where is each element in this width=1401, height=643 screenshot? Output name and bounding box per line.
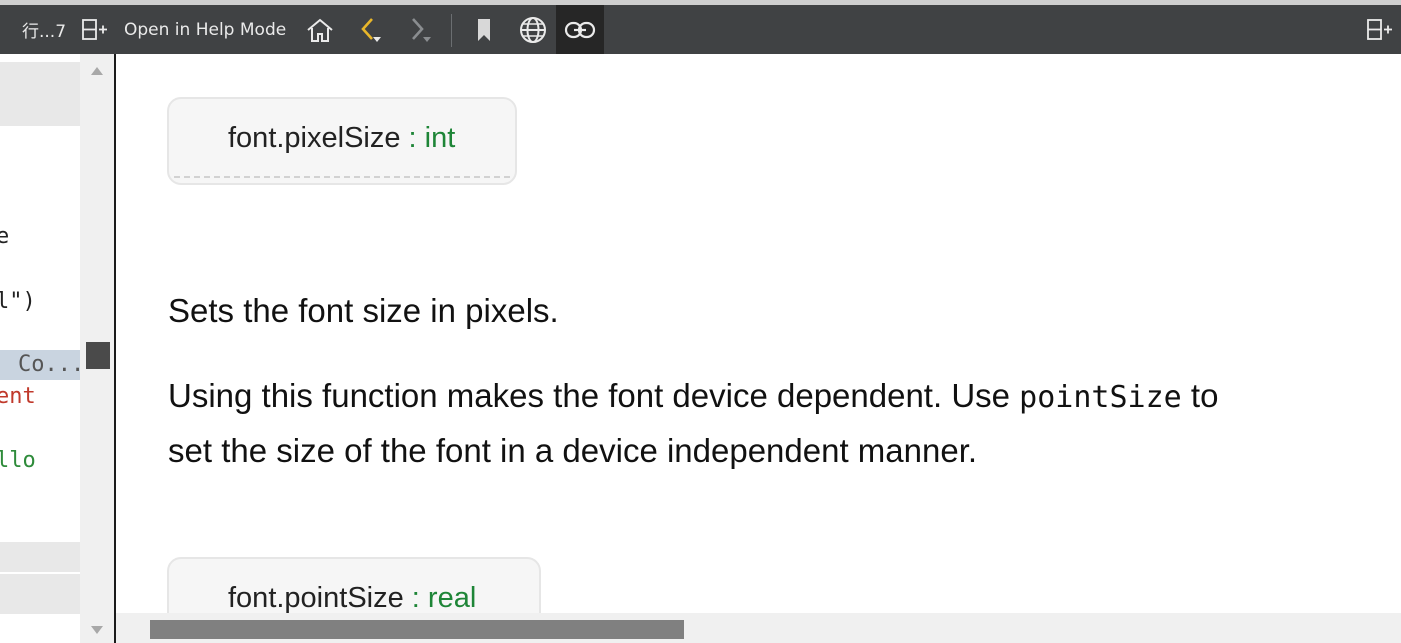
code-line: Co...	[18, 352, 80, 377]
home-icon[interactable]	[302, 5, 338, 54]
help-toolbar: 行...7 Open in Help Mode	[0, 5, 1401, 54]
property-separator: :	[400, 122, 425, 154]
forward-chevron-icon[interactable]	[402, 5, 438, 54]
toolbar-separator	[451, 14, 452, 47]
property-title-pixelsize: font.pixelSize : int	[228, 122, 455, 155]
description-paragraph: set the size of the font in a device ind…	[168, 432, 978, 469]
code-line: l")	[0, 289, 36, 314]
editor-highlight-band	[0, 62, 80, 126]
document-tab-label[interactable]: 行...7	[20, 5, 68, 54]
editor-highlight-band	[0, 574, 80, 614]
globe-icon[interactable]	[514, 5, 552, 54]
property-underline	[174, 176, 510, 178]
property-title-pointsize: font.pointSize : real	[228, 582, 476, 613]
code-editor-pane[interactable]: e l") Co... ent llo	[0, 54, 80, 643]
editor-highlight-band	[0, 542, 80, 572]
scrollbar-position-marker[interactable]	[86, 342, 110, 369]
open-help-mode-button[interactable]: Open in Help Mode	[124, 5, 288, 54]
help-content: font.pixelSize : int Sets the font size …	[116, 54, 1401, 613]
pointsize-link[interactable]: pointSize	[1019, 380, 1182, 415]
scroll-down-arrow-icon[interactable]	[91, 626, 103, 634]
description-paragraph: Using this function makes the font devic…	[168, 377, 1218, 415]
description-paragraph: Sets the font size in pixels.	[168, 292, 559, 329]
property-type: real	[427, 582, 477, 613]
description-text: to	[1181, 377, 1219, 414]
code-line: llo	[0, 448, 36, 473]
split-add-icon-right[interactable]	[1362, 5, 1396, 54]
property-name: font.pixelSize	[228, 122, 401, 154]
property-separator: :	[403, 582, 428, 613]
back-chevron-icon[interactable]	[354, 5, 390, 54]
property-name: font.pointSize	[228, 582, 404, 613]
split-add-icon[interactable]	[77, 5, 111, 54]
description-text: Using this function makes the font devic…	[168, 377, 1020, 414]
code-line: ent	[0, 384, 36, 409]
horizontal-scrollbar-thumb[interactable]	[150, 620, 684, 639]
scroll-up-arrow-icon[interactable]	[91, 67, 103, 75]
property-type: int	[424, 122, 456, 154]
bookmark-icon[interactable]	[468, 5, 500, 54]
link-icon[interactable]	[556, 5, 604, 54]
code-line: e	[0, 224, 10, 249]
